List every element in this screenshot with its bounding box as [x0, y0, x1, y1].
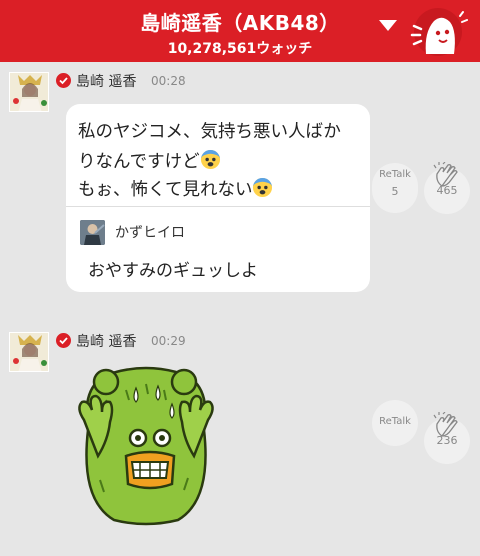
clap-button[interactable]: 465: [424, 162, 470, 214]
message-line: りなんですけど: [78, 148, 221, 173]
avatar[interactable]: [9, 72, 49, 112]
quote-divider: [66, 206, 370, 207]
quote-avatar[interactable]: [80, 220, 105, 245]
header-bar: 島崎遥香（AKB48） 10,278,561ウォッチ: [0, 0, 480, 62]
verified-badge-icon: [56, 333, 71, 348]
fear-face-emoji-icon: [200, 149, 220, 170]
message-bubble: 私のヤジコメ、気持ち悪い人ばか りなんですけど もぉ、怖くて見れない かずヒイロ…: [66, 104, 370, 292]
message-line: 私のヤジコメ、気持ち悪い人ばか: [78, 122, 341, 142]
post-time: 00:28: [151, 74, 186, 88]
quote-author: かずヒイロ: [115, 225, 185, 241]
retalk-button[interactable]: ReTalk: [372, 400, 418, 446]
clap-count: 465: [436, 184, 458, 197]
avatar[interactable]: [9, 332, 49, 372]
retalk-count: 5: [391, 185, 399, 198]
post-time: 00:29: [151, 334, 186, 348]
quote-text: おやすみのギュッしよ: [88, 261, 258, 281]
author-name: 島崎 遥香: [76, 74, 137, 90]
author-name: 島崎 遥香: [76, 334, 137, 350]
verified-badge-icon: [56, 73, 71, 88]
clap-button[interactable]: 236: [424, 412, 470, 464]
retalk-button[interactable]: ReTalk 5: [372, 163, 418, 213]
scared-frog-sticker[interactable]: [66, 360, 226, 528]
fear-face-emoji-icon: [253, 177, 273, 198]
message-line: もぉ、怖くて見れない: [78, 176, 273, 201]
retalk-label: ReTalk: [379, 416, 411, 427]
clap-count: 236: [436, 434, 458, 447]
dropdown-arrow-icon[interactable]: [379, 20, 397, 31]
retalk-label: ReTalk: [379, 169, 411, 180]
mascot-icon[interactable]: [406, 6, 468, 58]
